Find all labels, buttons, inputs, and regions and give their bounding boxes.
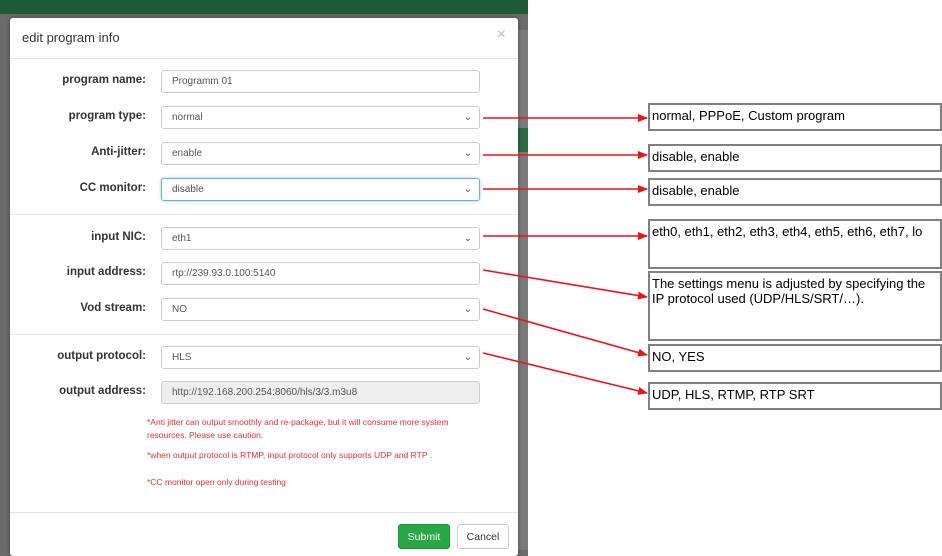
arrow-vod-stream <box>482 308 648 357</box>
arrow-input-address <box>482 269 648 300</box>
callout-output-protocol: UDP, HLS, RTMP, RTP SRT <box>648 382 942 410</box>
callout-vod-stream: NO, YES <box>648 344 942 372</box>
callout-program-type: normal, PPPoE, Custom program <box>648 103 942 131</box>
callout-cc-monitor: disable, enable <box>648 178 942 206</box>
callout-input-address: The settings menu is adjusted by specify… <box>648 271 942 341</box>
arrow-output-protocol <box>482 352 648 395</box>
callout-anti-jitter: disable, enable <box>648 144 942 172</box>
callout-input-nic: eth0, eth1, eth2, eth3, eth4, eth5, eth6… <box>648 219 942 269</box>
